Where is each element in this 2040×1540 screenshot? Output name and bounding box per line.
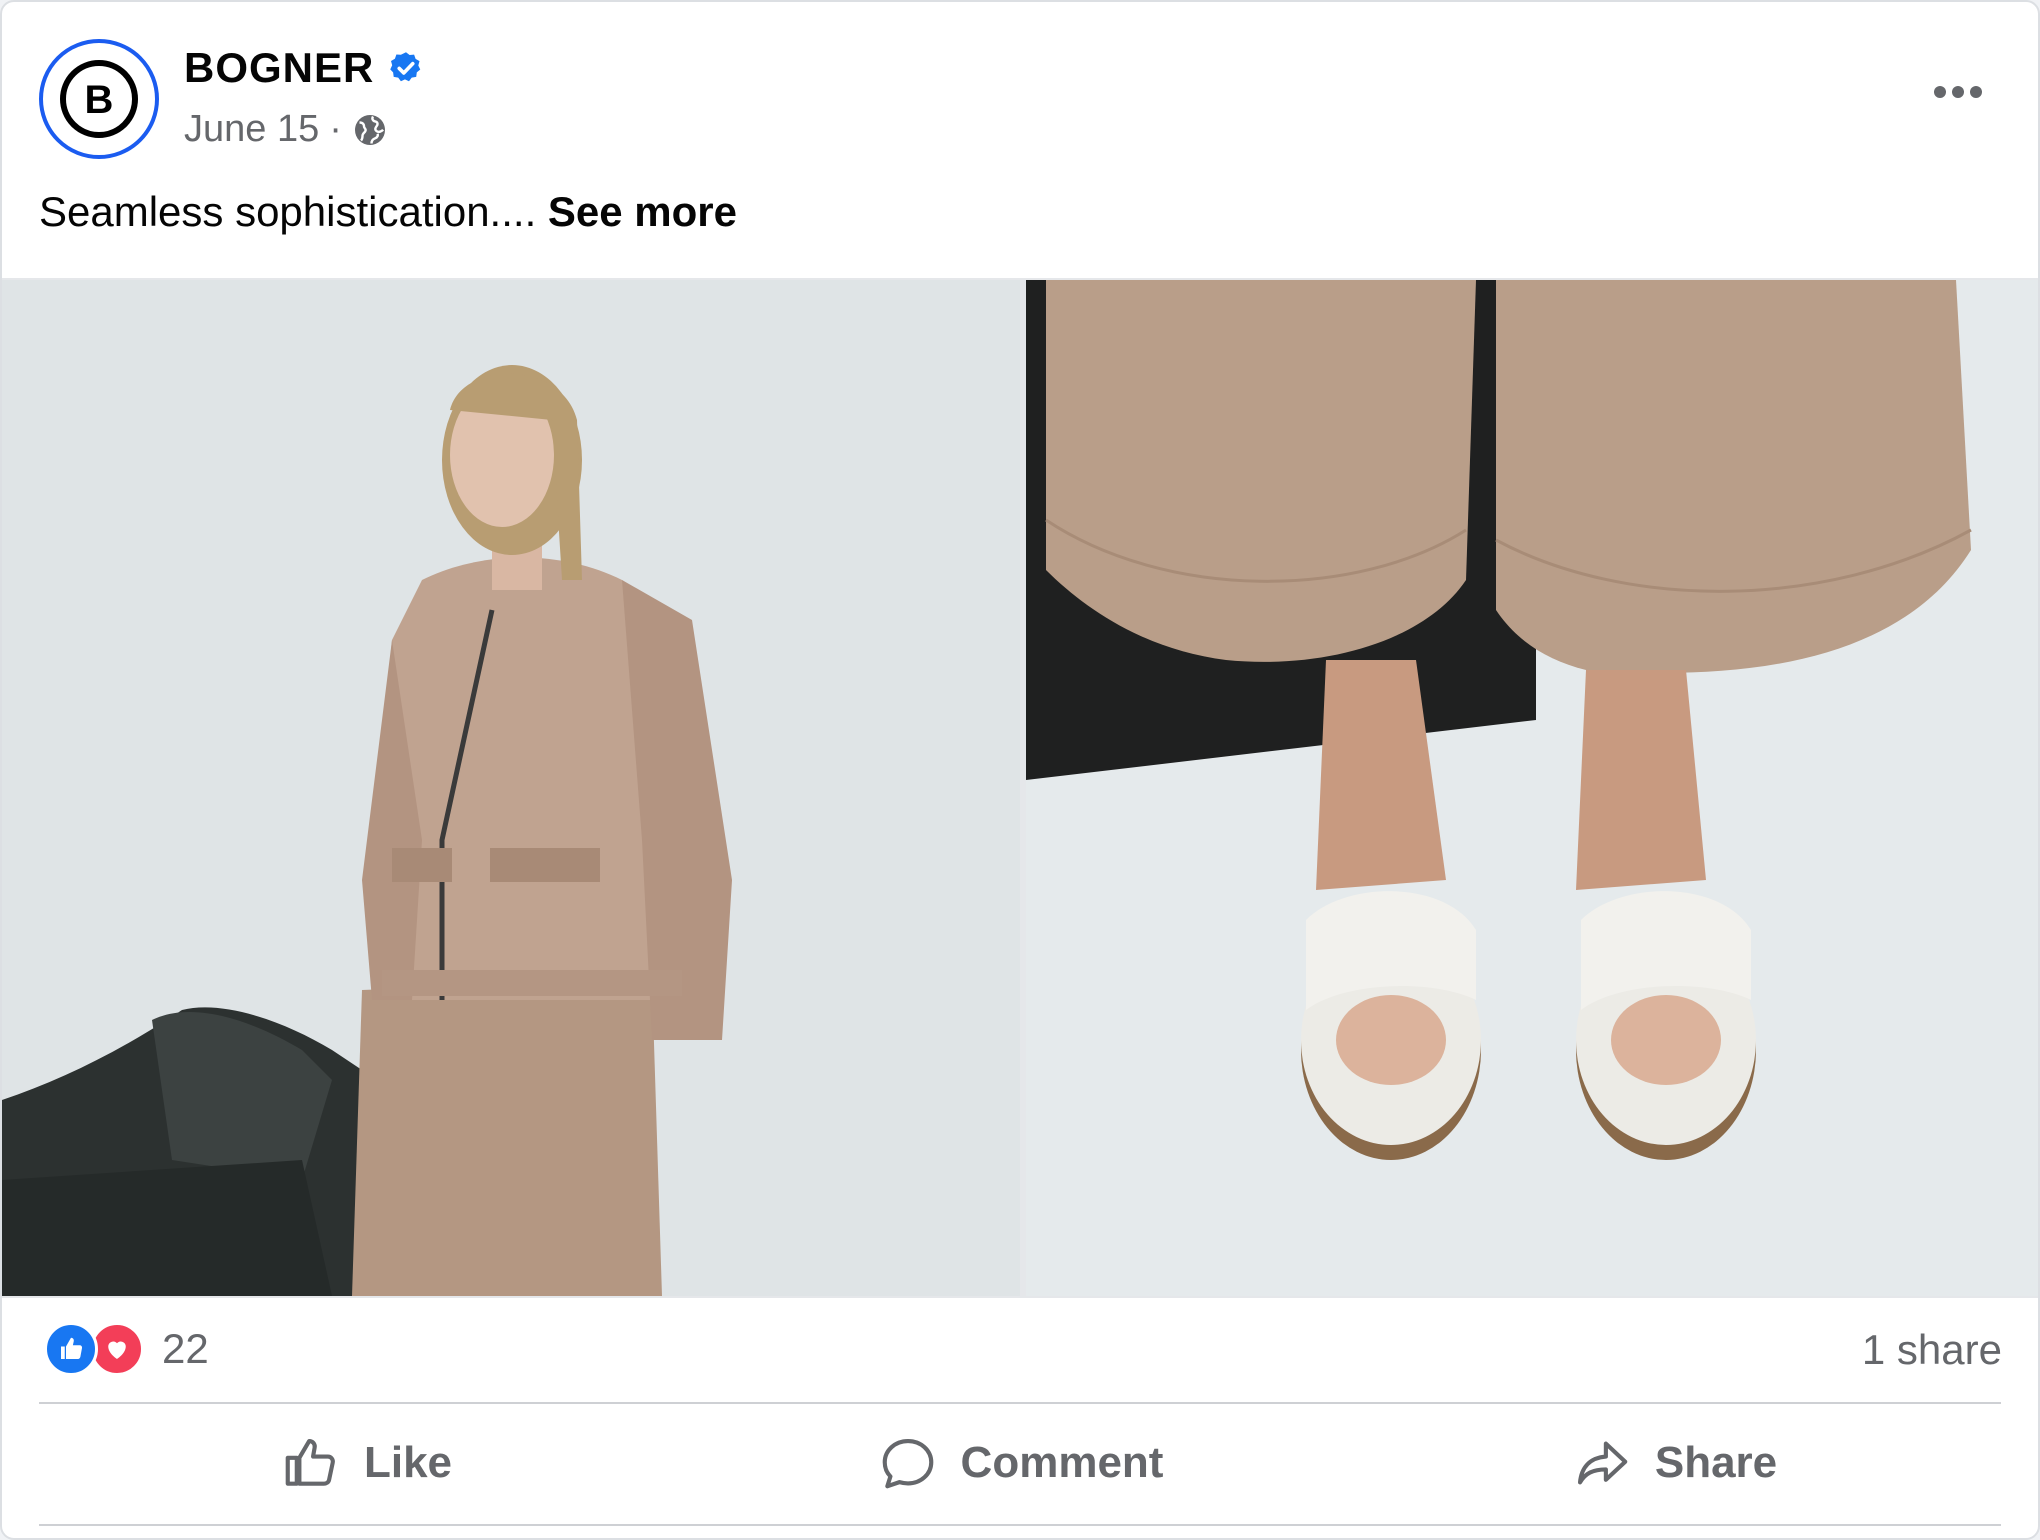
thumbs-up-icon [61, 1337, 83, 1359]
comment-button[interactable]: Comment [693, 1404, 1347, 1522]
bogner-logo-icon: B [60, 60, 138, 138]
like-label: Like [363, 1438, 453, 1487]
love-reaction-icon [90, 1322, 144, 1376]
model-jacket-image [2, 280, 1020, 1296]
thumbs-up-icon [285, 1438, 335, 1486]
comment-icon [882, 1438, 933, 1489]
post-photo-1[interactable] [2, 280, 1020, 1296]
verified-badge-icon [390, 52, 421, 82]
page-avatar[interactable]: B [39, 39, 159, 159]
page-name-link[interactable]: BOGNER [184, 44, 424, 92]
meta-separator: · [329, 108, 342, 150]
share-icon [1577, 1441, 1628, 1485]
facebook-post-card: B BOGNER June 15 · Seamless sophisticati… [0, 0, 2040, 1540]
globe-icon[interactable] [352, 112, 388, 148]
post-actions-bar: Like Comment Share [39, 1404, 2001, 1522]
more-horizontal-icon [1934, 86, 1982, 98]
share-button[interactable]: Share [1347, 1404, 2001, 1522]
post-meta: June 15 · [184, 108, 388, 151]
comment-label: Comment [960, 1438, 1164, 1487]
page-name[interactable]: BOGNER [184, 44, 374, 92]
post-date[interactable]: June 15 [184, 108, 319, 151]
caption-text: Seamless sophistication.... [39, 188, 548, 235]
heart-icon [108, 1341, 126, 1359]
reaction-summary[interactable]: 22 [44, 1322, 209, 1376]
actions-divider [39, 1524, 2001, 1526]
post-photo-2[interactable] [1026, 280, 2038, 1296]
like-button[interactable]: Like [39, 1404, 693, 1522]
post-caption: Seamless sophistication.... See more [39, 188, 737, 236]
svg-text:B: B [85, 78, 114, 122]
more-options-button[interactable] [1928, 72, 1988, 112]
like-reaction-icon [44, 1322, 98, 1376]
share-label: Share [1654, 1438, 1778, 1487]
sandals-image [1026, 280, 2038, 1296]
shares-count[interactable]: 1 share [1862, 1326, 2002, 1374]
reaction-count[interactable]: 22 [162, 1325, 209, 1373]
see-more-link[interactable]: See more [548, 188, 737, 235]
post-media [2, 278, 2038, 1298]
